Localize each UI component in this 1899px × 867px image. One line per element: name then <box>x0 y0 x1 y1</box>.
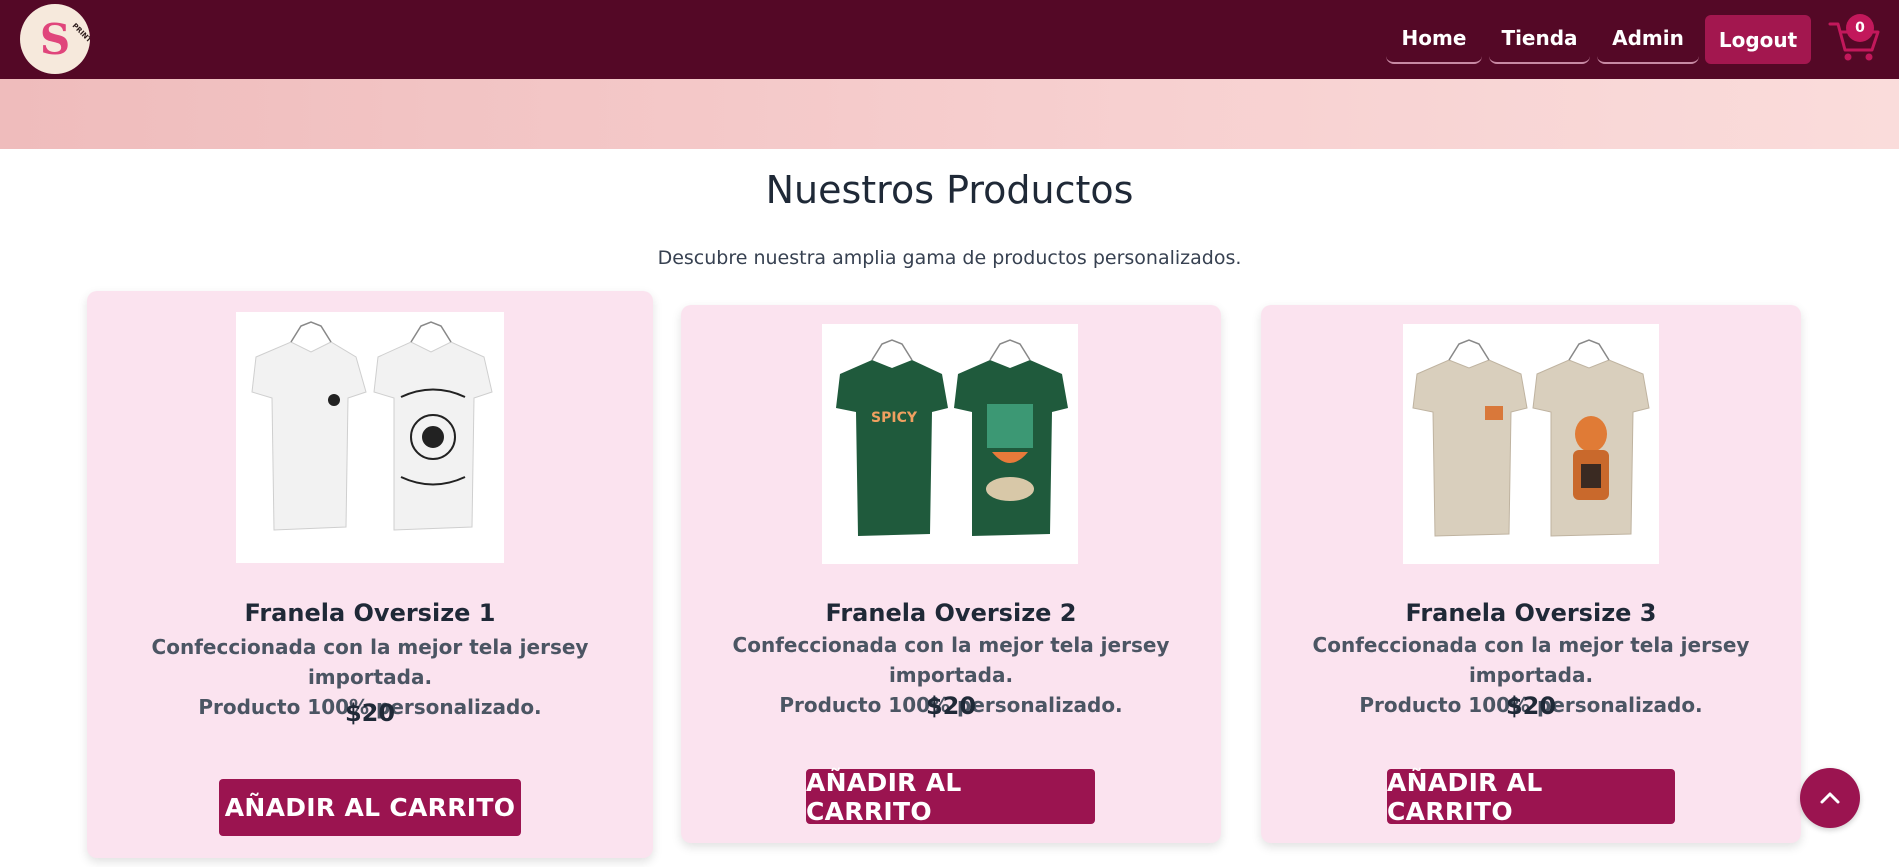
shirt-front-label: SPICY <box>871 410 918 426</box>
product-name: Franela Oversize 1 <box>244 599 496 627</box>
product-card: Franela Oversize 1 Confeccionada con la … <box>87 291 653 858</box>
svg-text:S: S <box>40 15 70 64</box>
svg-text:PRINT: PRINT <box>71 22 90 45</box>
product-price: $20 <box>344 699 396 727</box>
product-name: Franela Oversize 3 <box>1405 599 1657 627</box>
s-print-logo-icon[interactable]: S PRINT <box>20 4 90 74</box>
nav-admin-link[interactable]: Admin <box>1597 14 1699 64</box>
product-description-line-1: Confeccionada con la mejor tela jersey i… <box>1312 633 1750 687</box>
product-price: $20 <box>925 692 977 720</box>
page-subtitle: Descubre nuestra amplia gama de producto… <box>657 247 1242 269</box>
page-title: Nuestros Productos <box>765 168 1134 212</box>
logout-button[interactable]: Logout <box>1705 15 1811 64</box>
product-card: SPICY Franela Oversize 2 Confeccionada c… <box>681 305 1221 843</box>
nav-tienda-link[interactable]: Tienda <box>1489 14 1590 64</box>
product-card: Franela Oversize 3 Confeccionada con la … <box>1261 305 1801 843</box>
nav-home-link[interactable]: Home <box>1386 14 1482 64</box>
product-description-line-1: Confeccionada con la mejor tela jersey i… <box>151 635 589 689</box>
chevron-up-icon <box>1820 792 1840 804</box>
add-to-cart-button[interactable]: AÑADIR AL CARRITO <box>806 768 1095 826</box>
add-to-cart-button[interactable]: AÑADIR AL CARRITO <box>1387 768 1675 826</box>
hero-banner <box>0 79 1899 149</box>
add-to-cart-button[interactable]: AÑADIR AL CARRITO <box>219 779 521 836</box>
white-tshirts-image-icon[interactable] <box>236 312 504 563</box>
cart-count-badge: 0 <box>1846 14 1874 42</box>
scroll-to-top-button[interactable] <box>1800 768 1860 828</box>
product-name: Franela Oversize 2 <box>825 599 1077 627</box>
green-tshirts-image-icon[interactable]: SPICY <box>822 324 1078 564</box>
product-price: $20 <box>1505 692 1557 720</box>
beige-tshirts-image-icon[interactable] <box>1403 324 1659 564</box>
product-description-line-1: Confeccionada con la mejor tela jersey i… <box>732 633 1170 687</box>
